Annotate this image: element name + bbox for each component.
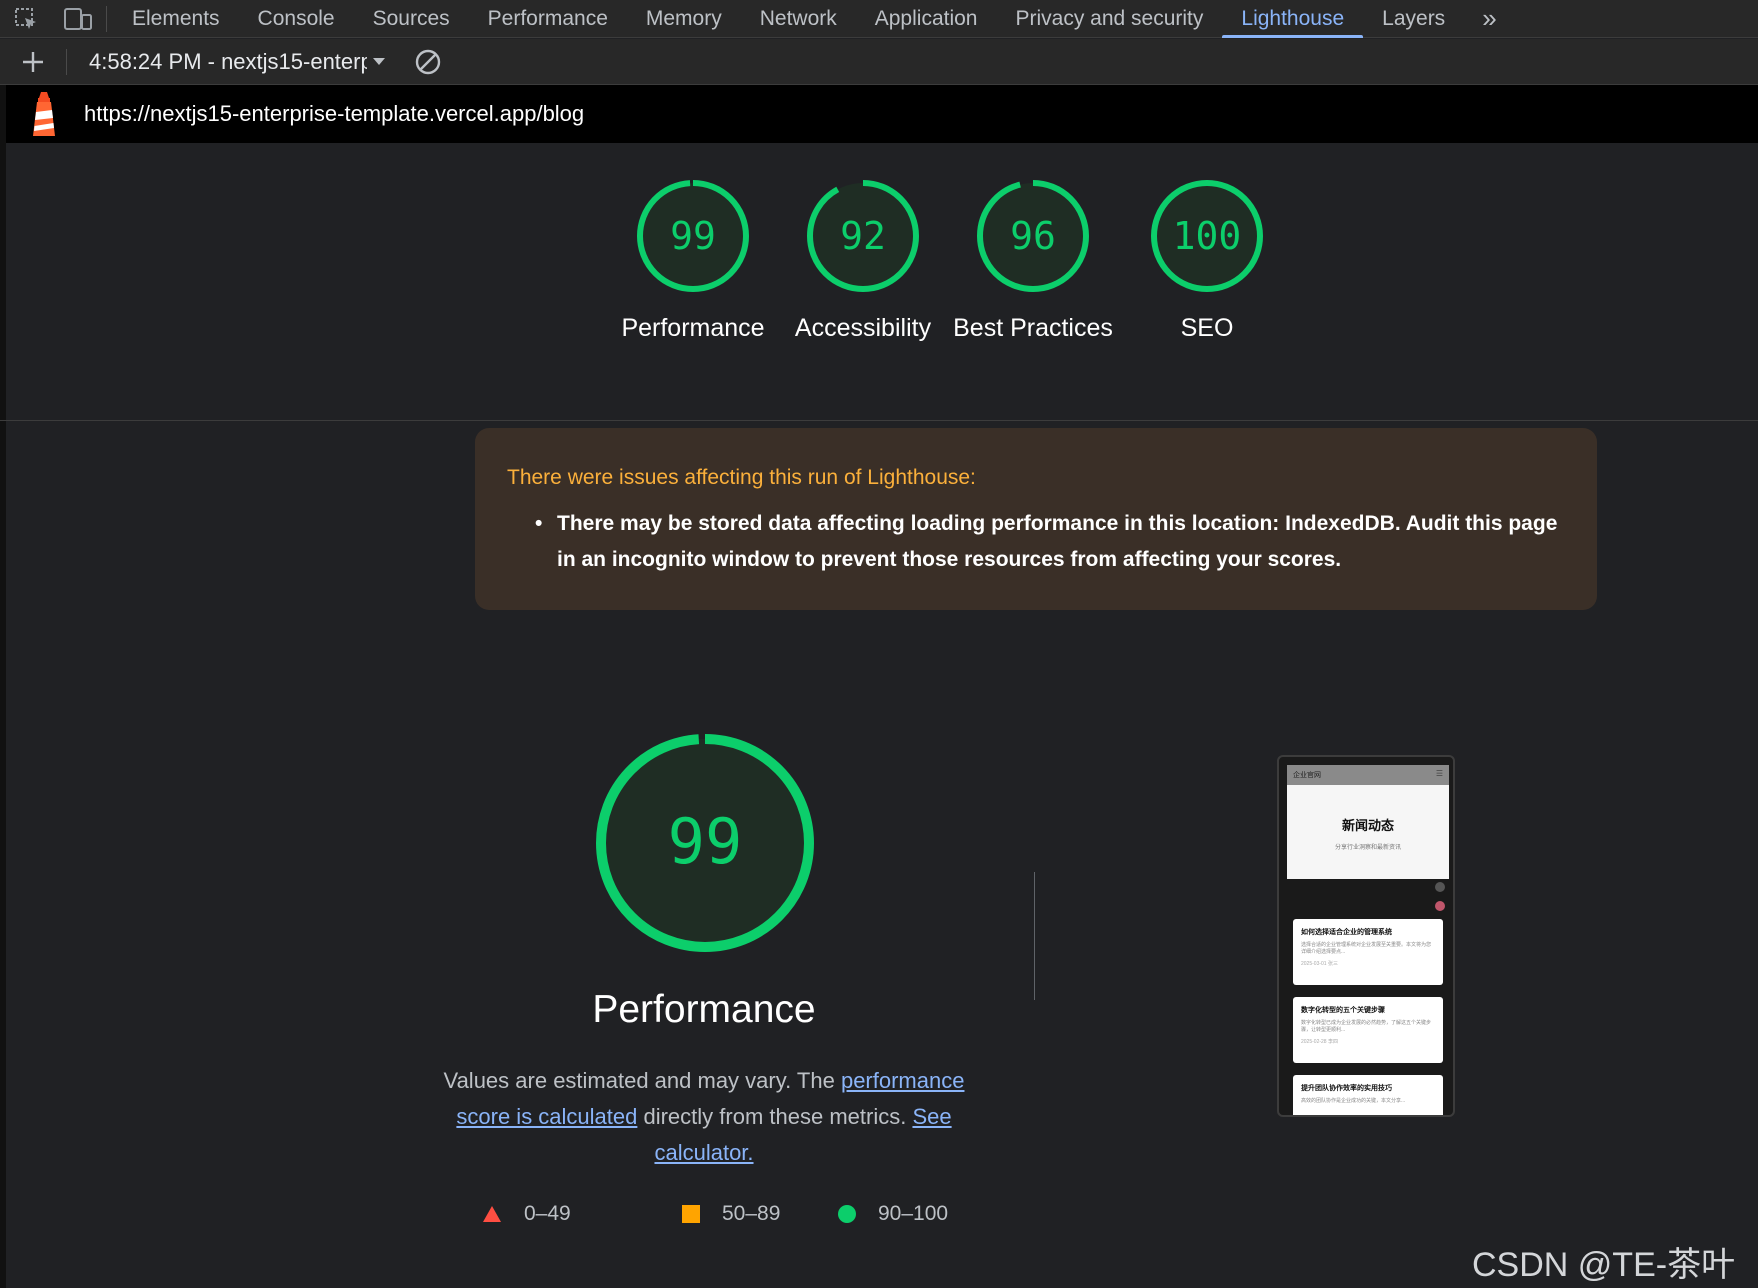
warning-title: There were issues affecting this run of … bbox=[507, 466, 976, 489]
thumb-card: 如何选择适合企业的管理系统 选择合适的企业管理系统对企业发展至关重要。本文将为您… bbox=[1293, 919, 1443, 985]
category-gauges: 99 Performance 92 Accessibility 96 Best Pract… bbox=[0, 143, 1758, 421]
performance-description: Values are estimated and may vary. The p… bbox=[424, 1063, 984, 1171]
tab-elements[interactable]: Elements bbox=[113, 0, 239, 38]
thumb-card: 数字化转型的五个关键步骤 数字化转型已成为企业发展的必然趋势，了解这五个关键步骤… bbox=[1293, 997, 1443, 1063]
thumb-card-desc: 数字化转型已成为企业发展的必然趋势，了解这五个关键步骤，让转型更顺利... bbox=[1301, 1020, 1432, 1033]
tab-separator bbox=[106, 5, 107, 32]
score-value: 99 bbox=[670, 214, 716, 258]
toolbar-separator bbox=[66, 48, 67, 75]
score-value: 96 bbox=[1010, 214, 1056, 258]
plus-icon bbox=[23, 51, 43, 72]
thumb-card-meta: 2025-03-01 张三 bbox=[1301, 961, 1338, 967]
tab-performance[interactable]: Performance bbox=[469, 0, 627, 38]
new-report-button[interactable] bbox=[0, 39, 66, 85]
thumb-card-title: 提升团队协作效率的实用技巧 bbox=[1301, 1085, 1392, 1092]
watermark: CSDN @TE-茶叶蛋 bbox=[1472, 1246, 1736, 1284]
thumb-card-title: 数字化转型的五个关键步骤 bbox=[1301, 1007, 1385, 1014]
tab-list: Elements Console Sources Performance Memory N… bbox=[113, 0, 1464, 38]
lighthouse-toolbar: 4:58:24 PM - nextjs15-enterprise-templat… bbox=[0, 39, 1758, 85]
legend-fail: 0–49 bbox=[482, 1202, 571, 1226]
gauge-best-practices[interactable]: 96 Best Practices bbox=[948, 176, 1118, 346]
thumb-card-title: 如何选择适合企业的管理系统 bbox=[1301, 929, 1392, 936]
report-url[interactable]: https://nextjs15-enterprise-template.ver… bbox=[84, 101, 584, 127]
tab-privacy-and-security[interactable]: Privacy and security bbox=[996, 0, 1222, 38]
chevron-down-icon bbox=[373, 58, 385, 65]
score-gauge: 100 bbox=[1151, 180, 1263, 292]
devtools-tab-bar: Elements Console Sources Performance Memory N… bbox=[0, 0, 1758, 38]
warning-item: There may be stored data affecting loadi… bbox=[535, 506, 1565, 578]
desc-text-1: Values are estimated and may vary. The bbox=[443, 1068, 841, 1093]
warning-list: There may be stored data affecting loadi… bbox=[507, 506, 1565, 578]
tab-application[interactable]: Application bbox=[856, 0, 997, 38]
legend-average-label: 50–89 bbox=[722, 1202, 781, 1225]
vertical-divider bbox=[1034, 872, 1035, 1000]
legend-average: 50–89 bbox=[682, 1202, 780, 1226]
score-value: 100 bbox=[1173, 214, 1242, 258]
thumb-floating-buttons bbox=[1435, 882, 1445, 911]
thumb-card: 提升团队协作效率的实用技巧 高效的团队协作是企业成功的关键，本文分享... bbox=[1293, 1075, 1443, 1115]
score-gauge: 92 bbox=[807, 180, 919, 292]
thumb-hero-title: 新闻动态 bbox=[1341, 818, 1394, 833]
tab-memory[interactable]: Memory bbox=[627, 0, 741, 38]
menu-icon: ☰ bbox=[1435, 769, 1443, 778]
triangle-icon bbox=[483, 1206, 501, 1222]
report-select[interactable]: 4:58:24 PM - nextjs15-enterprise-templat… bbox=[89, 49, 385, 75]
thumb-site-name: 企业官网 bbox=[1293, 772, 1321, 779]
performance-score-gauge: 99 bbox=[596, 734, 814, 952]
score-label: Accessibility bbox=[794, 314, 932, 342]
tab-sources[interactable]: Sources bbox=[354, 0, 469, 38]
legend-pass-label: 90–100 bbox=[878, 1202, 949, 1225]
legend-pass: 90–100 bbox=[838, 1202, 948, 1226]
tab-layers[interactable]: Layers bbox=[1363, 0, 1464, 38]
thumb-card-desc: 选择合适的企业管理系统对企业发展至关重要。本文将为您详细介绍选择要点... bbox=[1301, 942, 1432, 955]
gauge-accessibility[interactable]: 92 Accessibility bbox=[778, 176, 948, 346]
more-tabs-button[interactable]: » bbox=[1464, 0, 1514, 38]
run-warnings: There were issues affecting this run of … bbox=[475, 428, 1597, 610]
report-select-label: 4:58:24 PM - nextjs15-enterprise-templat… bbox=[89, 48, 367, 74]
thumb-hero: 新闻动态 分享行业洞察和最新资讯 bbox=[1287, 785, 1449, 879]
thumb-hero-subtitle: 分享行业洞察和最新资讯 bbox=[1334, 845, 1401, 851]
thumb-card-meta: 2025-02-28 李四 bbox=[1301, 1039, 1338, 1045]
legend-fail-label: 0–49 bbox=[524, 1202, 571, 1225]
score-legend: 0–49 50–89 90–100 bbox=[440, 1202, 1000, 1232]
inspect-element-icon[interactable] bbox=[0, 0, 52, 38]
score-label: Best Practices bbox=[953, 314, 1113, 342]
thumb-header: 企业官网 ☰ bbox=[1287, 765, 1449, 785]
clear-icon bbox=[415, 49, 441, 74]
thumb-card-desc: 高效的团队协作是企业成功的关键，本文分享... bbox=[1301, 1098, 1406, 1104]
score-gauge: 99 bbox=[637, 180, 749, 292]
score-value: 92 bbox=[840, 214, 886, 258]
report-url-bar: https://nextjs15-enterprise-template.ver… bbox=[6, 85, 1758, 143]
performance-score-value: 99 bbox=[668, 805, 743, 878]
tab-network[interactable]: Network bbox=[741, 0, 856, 38]
lighthouse-icon bbox=[33, 92, 55, 136]
tab-console[interactable]: Console bbox=[239, 0, 354, 38]
tab-lighthouse[interactable]: Lighthouse bbox=[1222, 0, 1363, 38]
score-label: SEO bbox=[1180, 314, 1234, 342]
gauge-seo[interactable]: 100 SEO bbox=[1122, 176, 1292, 346]
gauge-performance[interactable]: 99 Performance bbox=[608, 176, 778, 346]
final-screenshot-thumbnail[interactable]: 企业官网 ☰ 新闻动态 分享行业洞察和最新资讯 如何选择适合企业的管理系统 选择… bbox=[1277, 755, 1455, 1117]
score-gauge: 96 bbox=[977, 180, 1089, 292]
circle-icon bbox=[838, 1205, 856, 1223]
square-icon bbox=[682, 1205, 700, 1223]
performance-title: Performance bbox=[592, 988, 816, 1031]
device-toolbar-icon[interactable] bbox=[52, 0, 104, 38]
clear-all-button[interactable] bbox=[413, 47, 443, 77]
score-label: Performance bbox=[621, 314, 765, 342]
desc-text-2: directly from these metrics. bbox=[637, 1104, 913, 1129]
